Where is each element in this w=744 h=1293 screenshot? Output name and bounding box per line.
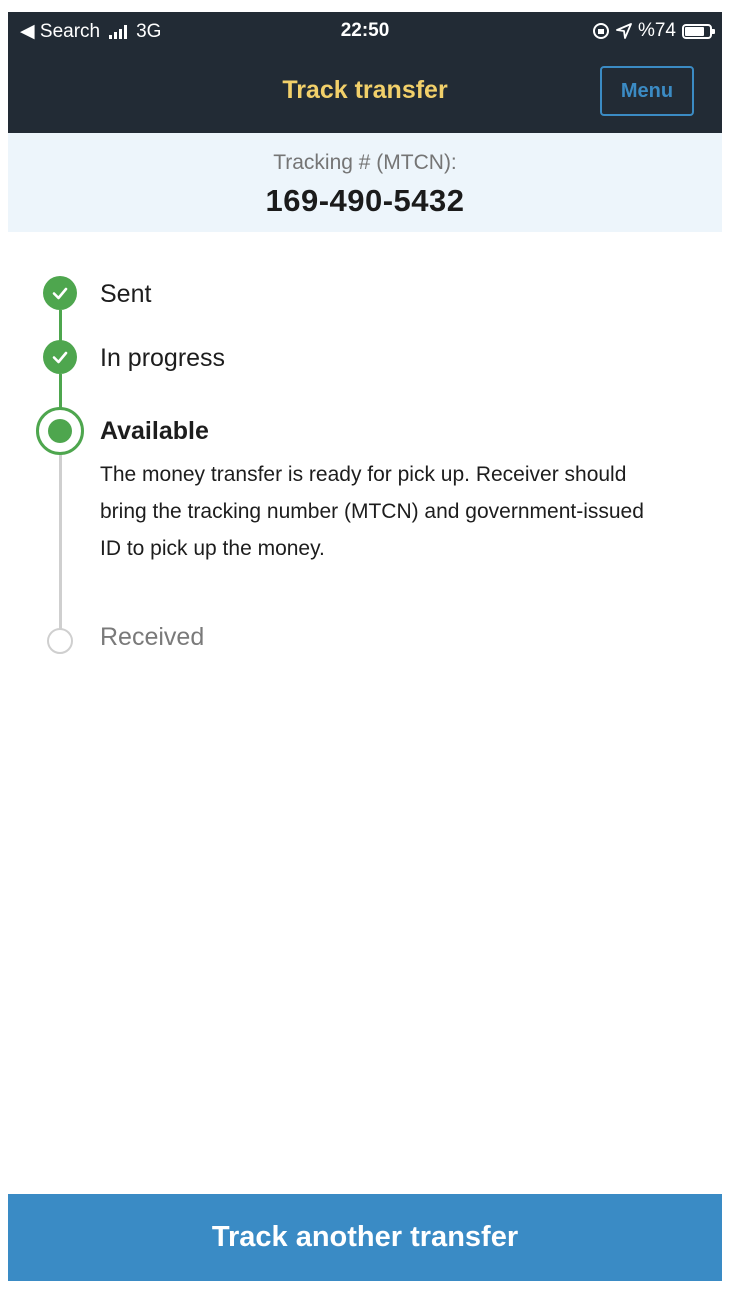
status-right: %74: [592, 20, 715, 42]
empty-circle-icon: [47, 628, 73, 654]
step-received-label: Received: [100, 623, 205, 651]
step-in-progress-label: In progress: [100, 344, 226, 372]
step-available-label: Available: [100, 417, 209, 445]
radio-selected-dot: [48, 419, 72, 443]
phone-screen: ◀ Search 3G 22:50 %74 Track transfer Men…: [8, 12, 722, 1281]
status-bar: ◀ Search 3G 22:50 %74: [8, 12, 722, 52]
rotation-lock-icon: [592, 23, 609, 39]
step-sent-label: Sent: [100, 280, 152, 308]
menu-button[interactable]: Menu: [600, 66, 694, 116]
battery-percent: %74: [637, 20, 676, 41]
check-circle-icon: [43, 276, 77, 310]
location-arrow-icon: [616, 23, 632, 39]
tracking-label: Tracking # (MTCN):: [273, 151, 457, 174]
tracking-number: 169-490-5432: [265, 183, 465, 218]
status-time: 22:50: [340, 20, 390, 41]
nav-bar: Track transfer Menu: [8, 52, 722, 133]
timeline-connector: [59, 310, 62, 342]
step-available-description: The money transfer is ready for pick up.…: [100, 463, 644, 560]
check-circle-icon: [43, 340, 77, 374]
timeline-connector: [59, 374, 62, 408]
timeline-connector: [59, 454, 62, 630]
battery-icon: [682, 23, 715, 39]
tracking-panel: Tracking # (MTCN): 169-490-5432: [8, 133, 722, 232]
status-timeline: Sent In progress Available The money tra…: [8, 232, 722, 732]
track-another-transfer-button[interactable]: Track another transfer: [8, 1194, 722, 1281]
radio-selected-icon: [36, 407, 84, 455]
